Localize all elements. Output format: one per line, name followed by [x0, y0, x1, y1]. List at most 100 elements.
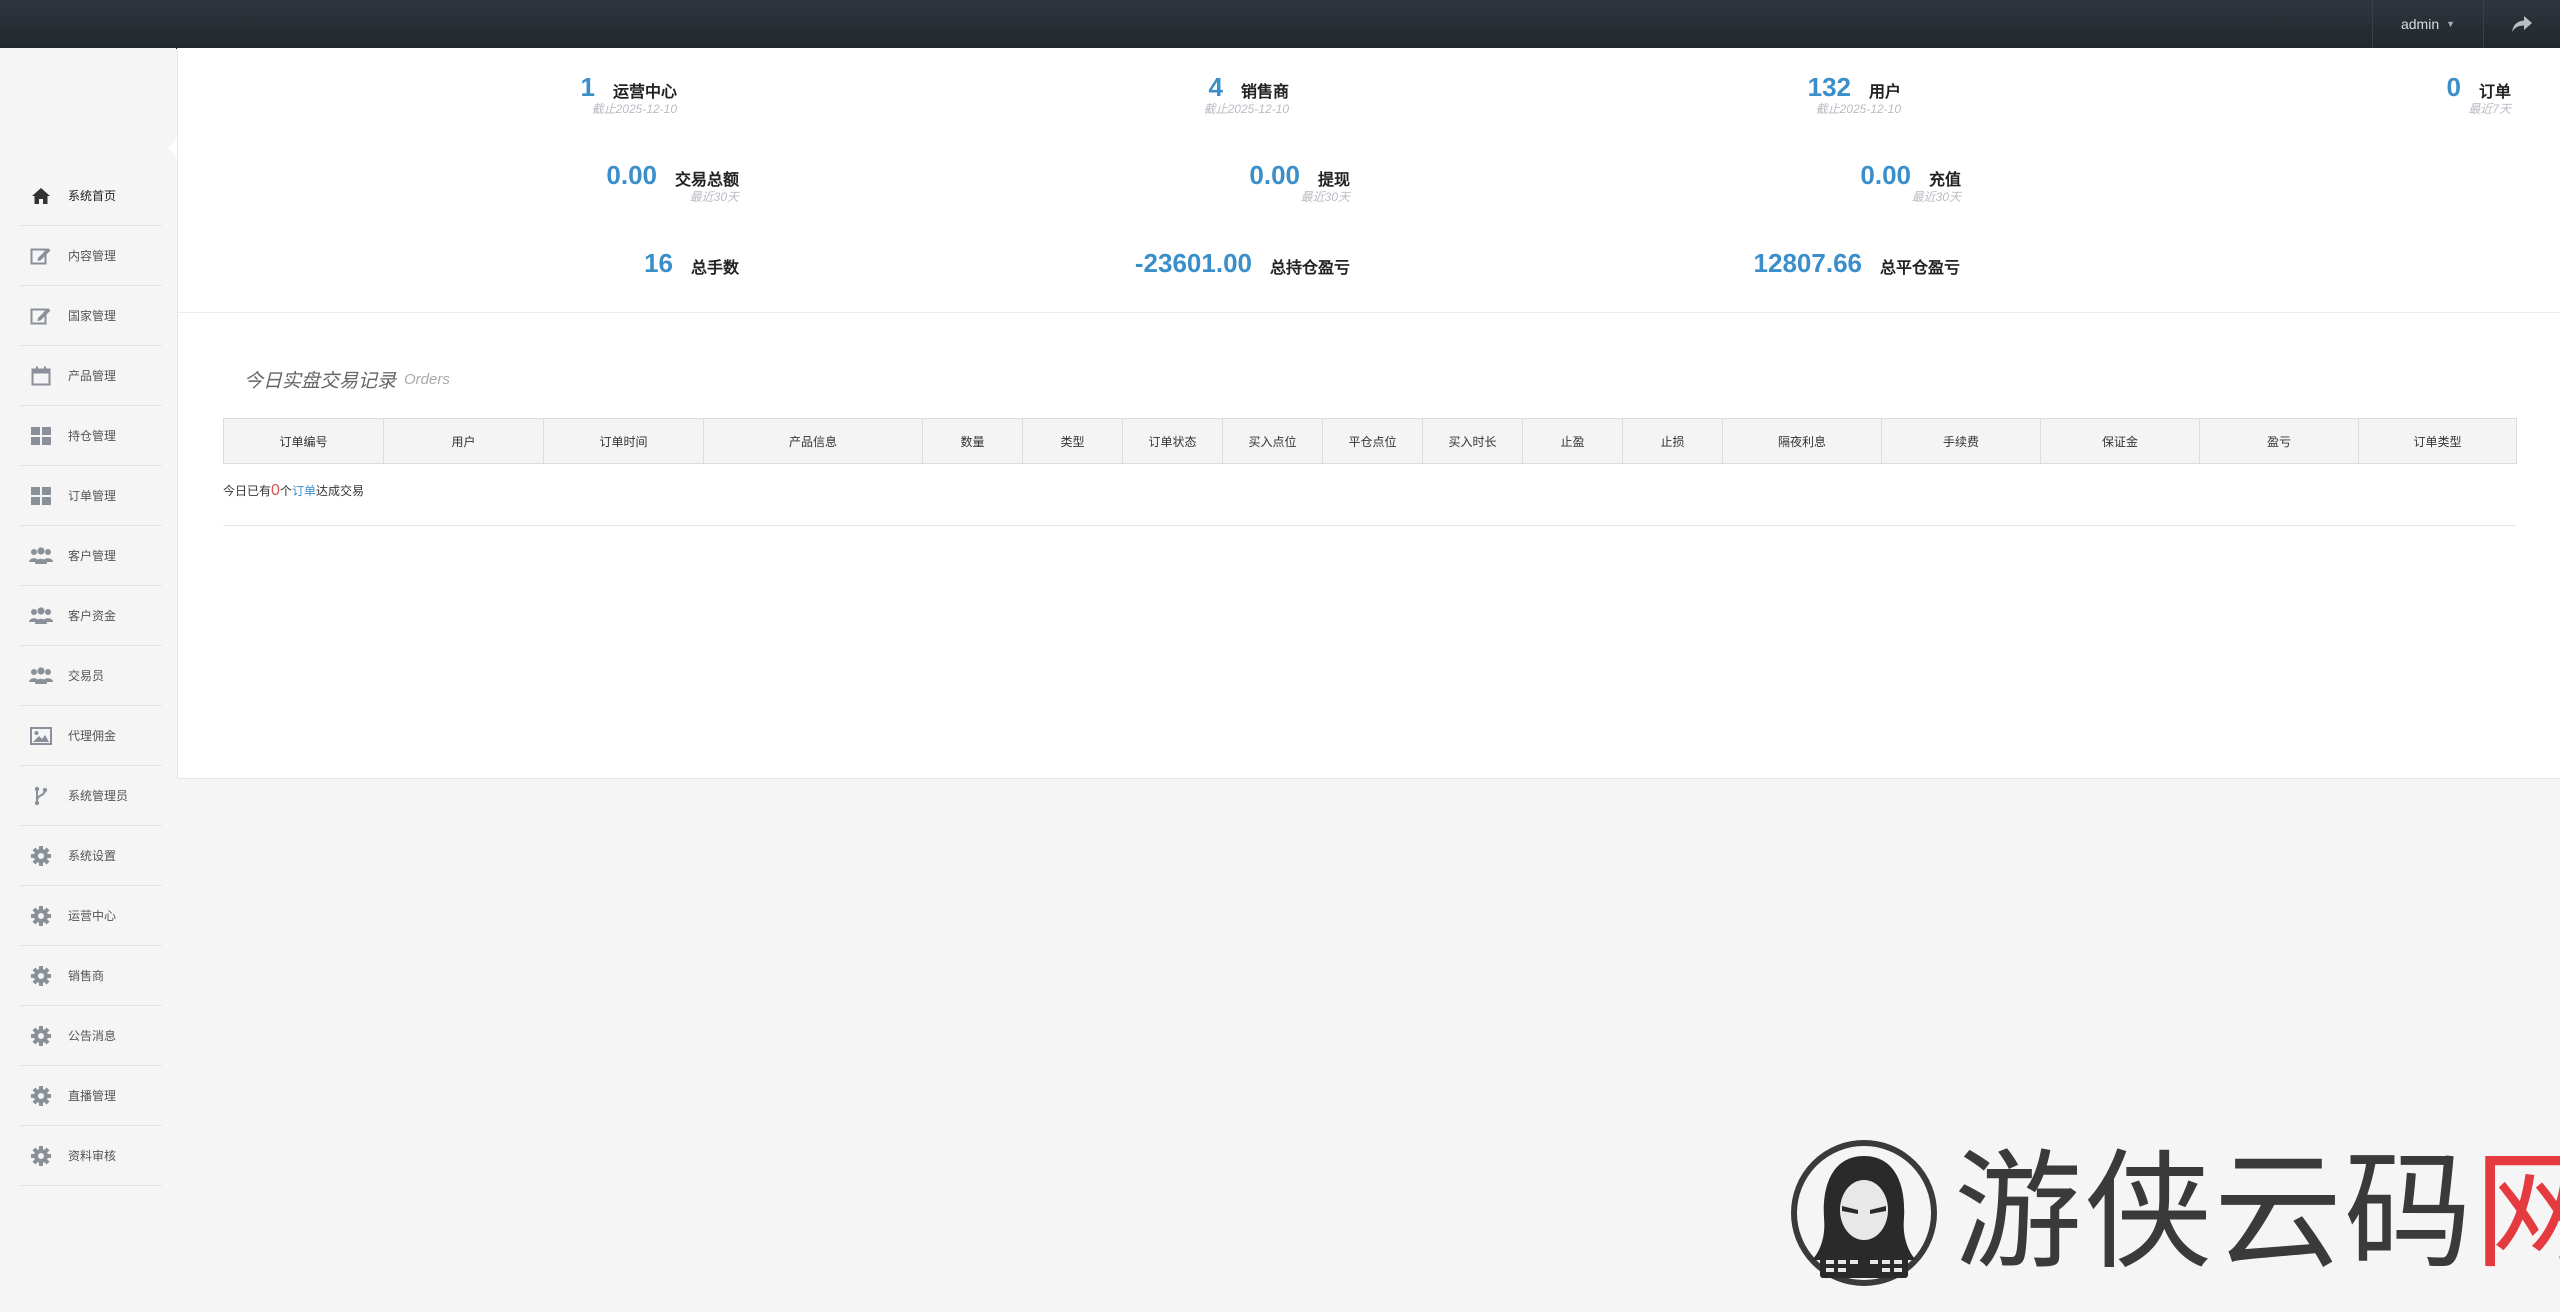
sidebar-item-label: 内容管理	[68, 249, 117, 263]
column-header[interactable]: 止损	[1622, 418, 1723, 464]
stat-value: 0.00	[1860, 160, 1911, 190]
users-icon	[26, 661, 56, 691]
sidebar-item-announcements[interactable]: 公告消息	[20, 1006, 162, 1066]
stat-value: 4	[1208, 72, 1223, 102]
users-icon	[26, 541, 56, 571]
stat-closed-pl: 12807.66 总平仓盈亏	[1754, 248, 1961, 278]
sidebar-item-traders[interactable]: 交易员	[20, 646, 162, 706]
sidebar-item-customer-funds[interactable]: 客户资金	[20, 586, 162, 646]
main-panel: 1 运营中心 截止2025-12-10 4 销售商 截止2025-12-10 1…	[177, 48, 2560, 779]
stat-trade-total: 0.00 交易总额 最近30天	[606, 160, 739, 204]
section-subtitle: Orders	[404, 371, 450, 388]
sidebar-item-live[interactable]: 直播管理	[20, 1066, 162, 1126]
empty-prefix: 今日已有	[223, 484, 272, 498]
stat-value: 0.00	[1249, 160, 1300, 190]
sidebar-item-home[interactable]: 系统首页	[20, 166, 162, 226]
chevron-down-icon: ▼	[2446, 19, 2456, 29]
stat-label: 总手数	[691, 260, 740, 277]
column-header[interactable]: 用户	[383, 418, 544, 464]
column-header[interactable]: 隔夜利息	[1722, 418, 1882, 464]
stat-label: 运营中心	[613, 84, 678, 101]
stat-value: 0	[2446, 72, 2461, 102]
column-header[interactable]: 订单状态	[1122, 418, 1223, 464]
stat-sub: 最近30天	[689, 190, 740, 204]
column-header[interactable]: 买入点位	[1222, 418, 1323, 464]
stat-label: 提现	[1318, 172, 1351, 189]
share-arrow-icon	[2512, 16, 2532, 32]
gear-icon	[26, 1081, 56, 1111]
orders-table: 订单编号 用户 订单时间 产品信息 数量 类型 订单状态 买入点位 平仓点位 买…	[223, 418, 2517, 464]
watermark-text-dark: 游侠云码	[1954, 1138, 2475, 1287]
sidebar-item-label: 资料审核	[68, 1149, 117, 1163]
sidebar-item-admins[interactable]: 系统管理员	[20, 766, 162, 826]
order-count: 0	[271, 482, 280, 499]
stat-label: 总平仓盈亏	[1880, 260, 1961, 277]
column-header[interactable]: 盈亏	[2199, 418, 2359, 464]
empty-mid: 个	[279, 484, 292, 498]
table-header-row: 订单编号 用户 订单时间 产品信息 数量 类型 订单状态 买入点位 平仓点位 买…	[223, 418, 2517, 464]
stat-value: 1	[580, 72, 595, 102]
column-header[interactable]: 订单时间	[543, 418, 704, 464]
stat-label: 订单	[2479, 84, 2512, 101]
empty-suffix: 达成交易	[315, 484, 364, 498]
sidebar-item-review[interactable]: 资料审核	[20, 1126, 162, 1186]
sidebar-item-customers[interactable]: 客户管理	[20, 526, 162, 586]
column-header[interactable]: 订单编号	[223, 418, 384, 464]
stat-sub: 截止2025-12-10	[591, 102, 678, 116]
stat-total-lots: 16 总手数	[644, 248, 740, 278]
stat-value: 12807.66	[1753, 248, 1862, 278]
sidebar-item-label: 交易员	[68, 669, 105, 683]
stat-dealers: 4 销售商 截止2025-12-10	[1204, 72, 1290, 116]
watermark-text-red: 网	[2474, 1138, 2560, 1287]
stat-users: 132 用户 截止2025-12-10	[1808, 72, 1901, 116]
column-header[interactable]: 订单类型	[2358, 418, 2517, 464]
sidebar-item-agent-commission[interactable]: 代理佣金	[20, 706, 162, 766]
sidebar-item-label: 公告消息	[68, 1029, 117, 1043]
orders-link[interactable]: 订单	[292, 484, 316, 498]
stat-sub: 最近7天	[2468, 102, 2512, 116]
sidebar-item-dealers[interactable]: 销售商	[20, 946, 162, 1006]
sidebar-item-content[interactable]: 内容管理	[20, 226, 162, 286]
sidebar: 系统首页 内容管理 国家管理 产品管理 持仓管理 订单管理 客户管理 客户资金 …	[0, 48, 176, 1312]
stat-sub: 截止2025-12-10	[1203, 102, 1290, 116]
sidebar-item-label: 直播管理	[68, 1089, 117, 1103]
sidebar-item-products[interactable]: 产品管理	[20, 346, 162, 406]
column-header[interactable]: 止盈	[1522, 418, 1623, 464]
edit-icon	[26, 241, 56, 271]
gear-icon	[26, 1141, 56, 1171]
sidebar-item-orders[interactable]: 订单管理	[20, 466, 162, 526]
home-icon	[26, 181, 56, 211]
column-header[interactable]: 数量	[922, 418, 1023, 464]
stat-label: 销售商	[1241, 84, 1290, 101]
section-title: 今日实盘交易记录	[244, 371, 397, 392]
grid-icon	[26, 481, 56, 511]
top-bar: admin ▼	[0, 0, 2560, 49]
stat-value: 132	[1807, 72, 1851, 102]
stat-sub: 最近30天	[1300, 190, 1351, 204]
sidebar-item-positions[interactable]: 持仓管理	[20, 406, 162, 466]
column-header[interactable]: 产品信息	[703, 418, 923, 464]
sidebar-item-label: 系统首页	[68, 189, 117, 203]
sidebar-item-operation-center[interactable]: 运营中心	[20, 886, 162, 946]
sidebar-item-settings[interactable]: 系统设置	[20, 826, 162, 886]
stat-label: 总持仓盈亏	[1270, 260, 1351, 277]
sidebar-item-label: 销售商	[68, 969, 105, 983]
sidebar-item-country[interactable]: 国家管理	[20, 286, 162, 346]
sidebar-item-label: 持仓管理	[68, 429, 117, 443]
empty-orders-message: 今日已有0个订单达成交易	[223, 482, 364, 500]
column-header[interactable]: 手续费	[1881, 418, 2041, 464]
gear-icon	[26, 901, 56, 931]
column-header[interactable]: 类型	[1022, 418, 1123, 464]
user-menu[interactable]: admin ▼	[2372, 0, 2484, 48]
stat-value: 0.00	[606, 160, 657, 190]
sidebar-item-label: 订单管理	[68, 489, 117, 503]
sidebar-item-label: 产品管理	[68, 369, 117, 383]
column-header[interactable]: 买入时长	[1422, 418, 1523, 464]
logout-button[interactable]	[2484, 0, 2560, 48]
column-header[interactable]: 保证金	[2040, 418, 2200, 464]
column-header[interactable]: 平仓点位	[1322, 418, 1423, 464]
edit-icon	[26, 301, 56, 331]
sidebar-nav: 系统首页 内容管理 国家管理 产品管理 持仓管理 订单管理 客户管理 客户资金 …	[20, 166, 162, 1186]
stat-orders: 0 订单 最近7天	[2447, 72, 2512, 116]
stat-holding-pl: -23601.00 总持仓盈亏	[1135, 248, 1351, 278]
